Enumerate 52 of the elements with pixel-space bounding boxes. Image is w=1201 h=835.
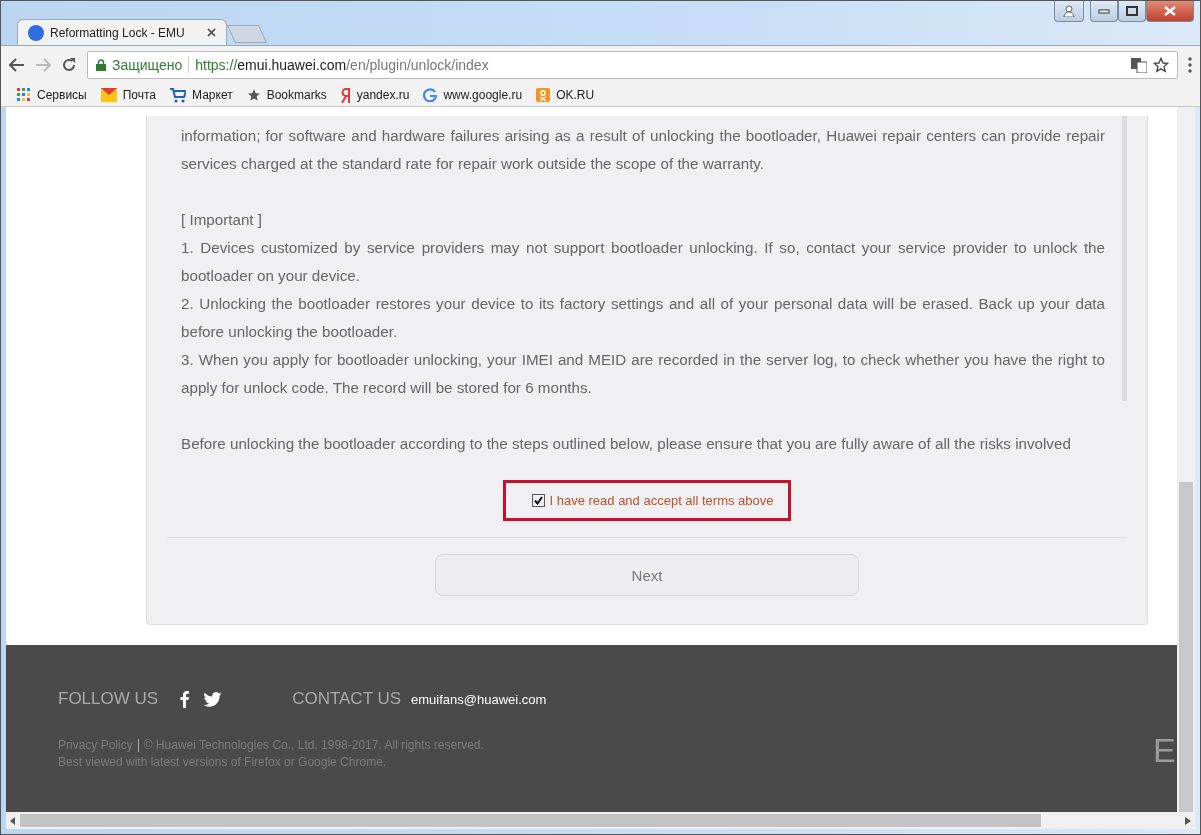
address-bar[interactable]: Защищено https://emui.huawei.com/en/plugin/unlock/index bbox=[87, 51, 1178, 79]
terms-paragraph: 3. When you apply for bootloader unlocking, your IMEI and MEID are recorded in the server log, to check whether you have the right to apply for unlock code. The record will be stored for 6 months. bbox=[181, 350, 1105, 398]
facebook-icon[interactable] bbox=[180, 690, 190, 708]
maximize-icon bbox=[1126, 6, 1138, 16]
bookmark-item[interactable]: Маркет bbox=[170, 87, 233, 103]
apps-grid-icon bbox=[17, 88, 31, 102]
maximize-button[interactable] bbox=[1118, 1, 1146, 22]
minimize-icon bbox=[1098, 8, 1110, 14]
menu-icon[interactable] bbox=[1188, 57, 1192, 73]
lock-icon bbox=[96, 59, 106, 71]
site-favicon-icon bbox=[28, 24, 44, 41]
vertical-scrollbar[interactable] bbox=[1177, 107, 1195, 812]
star-icon bbox=[246, 88, 261, 102]
profile-button[interactable] bbox=[1054, 1, 1084, 22]
close-icon[interactable] bbox=[207, 28, 216, 37]
reload-icon[interactable] bbox=[61, 57, 77, 73]
scroll-right-icon[interactable] bbox=[1185, 816, 1191, 825]
security-label: Защищено bbox=[112, 57, 183, 73]
google-icon bbox=[423, 88, 438, 102]
close-window-button[interactable] bbox=[1146, 1, 1194, 22]
email-link[interactable]: emuifans@huawei.com bbox=[411, 691, 547, 707]
terms-paragraph: 1. Devices customized by service providers may not support bootloader unlocking. If so, contact your service provider to unlock the bootloader on your device. bbox=[181, 238, 1105, 286]
bookmark-item[interactable]: Сервисы bbox=[17, 88, 87, 102]
agree-label[interactable]: I have read and accept all terms above bbox=[549, 493, 774, 508]
url-text: https://emui.huawei.com/en/plugin/unlock/index bbox=[195, 57, 490, 73]
person-icon bbox=[1063, 5, 1075, 17]
contact-label: CONTACT US bbox=[292, 689, 402, 709]
scroll-left-icon[interactable] bbox=[10, 816, 16, 825]
yandex-icon bbox=[340, 87, 351, 103]
mail-icon bbox=[100, 88, 117, 102]
close-icon bbox=[1164, 6, 1176, 16]
agree-checkbox[interactable] bbox=[532, 494, 546, 507]
odnoklassniki-icon bbox=[536, 88, 551, 102]
terms-paragraph: [ Important ] bbox=[181, 210, 264, 230]
browser-tab[interactable]: Reformatting Lock - EMU bbox=[17, 19, 227, 45]
next-button[interactable]: Next bbox=[435, 554, 859, 596]
terms-paragraph: information; for software and hardware failures arising as a result of unlocking the bootloader, Huawei repair centers can provide repair services charged at the standard rate for repair work outside the scope of the warranty. bbox=[181, 126, 1105, 174]
bookmark-item[interactable]: www.google.ru bbox=[423, 88, 523, 102]
bookmark-item[interactable]: yandex.ru bbox=[340, 87, 410, 103]
star-icon[interactable] bbox=[1153, 57, 1169, 73]
logo-fragment: E bbox=[1153, 731, 1175, 770]
back-icon[interactable] bbox=[9, 58, 25, 72]
twitter-icon[interactable] bbox=[203, 691, 223, 707]
terms-paragraph: Before unlocking the bootloader according to the steps outlined below, please ensure that you are fully aware of all the risks involved bbox=[181, 434, 1072, 452]
bookmark-item[interactable]: OK.RU bbox=[536, 88, 595, 102]
bookmark-item[interactable]: Почта bbox=[100, 88, 157, 102]
bookmark-item[interactable]: Bookmarks bbox=[246, 88, 327, 102]
scrollbar-thumb[interactable] bbox=[1122, 116, 1127, 401]
horizontal-scrollbar[interactable] bbox=[6, 812, 1195, 829]
follow-label: FOLLOW US bbox=[58, 689, 159, 709]
terms-paragraph: 2. Unlocking the bootloader restores your device to its factory settings and all of your personal data will be erased. Back up your data before unlocking the bootloader. bbox=[181, 294, 1105, 342]
cart-icon bbox=[170, 87, 187, 103]
